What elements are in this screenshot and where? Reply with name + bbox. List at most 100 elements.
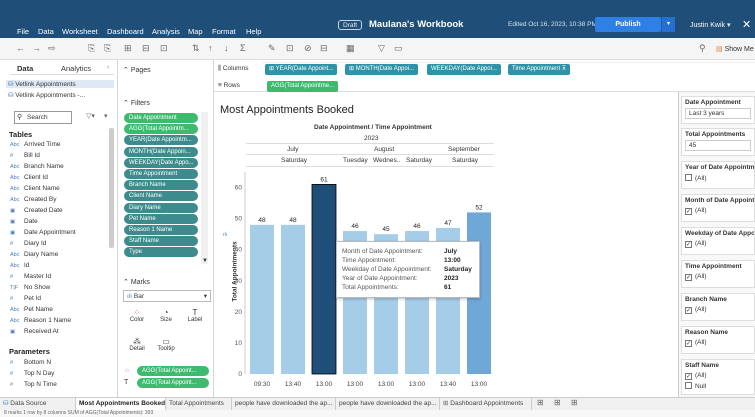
- tab-data[interactable]: Data: [17, 64, 33, 73]
- checkbox[interactable]: [685, 174, 692, 181]
- field-item[interactable]: Abc Branch Name: [10, 163, 64, 173]
- collapse-pane-icon[interactable]: ‹: [107, 64, 109, 71]
- tab-data-source[interactable]: ⛁ Data Source: [0, 398, 76, 410]
- column-pill-month[interactable]: ⊞ MONTH(Date Appoi...: [345, 64, 419, 75]
- tab-people-downloaded-1[interactable]: people have downloaded the ap...: [232, 398, 336, 410]
- filter-card-value[interactable]: ✓ (All): [682, 239, 754, 249]
- filter-pill[interactable]: YEAR(Date Appointm...: [124, 135, 198, 146]
- field-item[interactable]: Abc Pet Name: [10, 306, 53, 316]
- filter-card[interactable]: Date Appointment Last 3 years: [681, 96, 755, 124]
- filter-pill[interactable]: Staff Name: [124, 236, 198, 247]
- show-me-button[interactable]: ▤ Show Me: [716, 45, 754, 53]
- field-item[interactable]: Abc Created By: [10, 196, 57, 206]
- filter-card[interactable]: Reason Name ✓ (All): [681, 326, 755, 354]
- size-button[interactable]: ◔ Size: [155, 308, 177, 323]
- checkbox[interactable]: ✓: [685, 241, 692, 248]
- field-item[interactable]: Abc Client Id: [10, 174, 48, 184]
- filter-card-value[interactable]: (All): [682, 173, 754, 183]
- checkbox[interactable]: ✓: [685, 208, 692, 215]
- datasource-item-1[interactable]: ⛁ Vetlink Appointments: [6, 80, 114, 88]
- menu-dashboard[interactable]: Dashboard: [107, 27, 144, 36]
- new-sheet-icon[interactable]: ⊞: [124, 43, 132, 54]
- new-story-icon[interactable]: ⊞: [571, 398, 578, 407]
- swap-icon[interactable]: ⇅: [192, 43, 200, 54]
- presentation-icon[interactable]: ▭: [394, 43, 403, 54]
- field-item[interactable]: # Bill Id: [10, 152, 40, 162]
- tooltip-button[interactable]: ▭ Tooltip: [155, 337, 177, 352]
- field-item[interactable]: ▣ Date: [10, 218, 38, 228]
- menu-file[interactable]: File: [17, 27, 29, 36]
- field-item[interactable]: ▣ Date Appointment: [10, 229, 76, 239]
- field-item[interactable]: T|F No Show: [10, 284, 50, 294]
- publish-dropdown-icon[interactable]: ▾: [661, 17, 675, 32]
- field-item[interactable]: ▣ Received At: [10, 328, 59, 338]
- field-item[interactable]: Abc Client Name: [10, 185, 60, 195]
- filter-card[interactable]: Weekday of Date Appointm ✓(All): [681, 227, 755, 255]
- filter-pill[interactable]: Time Appointment: [124, 169, 198, 179]
- clear-sheet-icon[interactable]: ⊡: [160, 43, 168, 54]
- field-item[interactable]: # Diary Id: [10, 240, 46, 250]
- mark-pill-label[interactable]: AGG(Total Appoint...: [137, 378, 209, 388]
- column-pill-year[interactable]: ⊞ YEAR(Date Appoint...: [265, 64, 338, 75]
- scrollbar[interactable]: [109, 128, 114, 248]
- new-dashboard-icon[interactable]: ⊞: [554, 398, 561, 407]
- highlight-icon[interactable]: ✎: [268, 43, 276, 54]
- filter-pill[interactable]: WEEKDAY(Date Appo...: [124, 157, 198, 168]
- label-button[interactable]: T Label: [184, 308, 206, 323]
- bar[interactable]: [311, 184, 337, 375]
- field-item[interactable]: Abc Reason 1 Name: [10, 317, 71, 327]
- field-item[interactable]: ▣ Created Date: [10, 207, 63, 217]
- filter-pill[interactable]: Branch Name: [124, 180, 198, 191]
- color-button[interactable]: ⁘ Color: [126, 308, 148, 323]
- filter-card-value[interactable]: 45: [685, 140, 751, 151]
- column-pill-time[interactable]: Time Appointment ⊼: [508, 64, 571, 75]
- filter-pill[interactable]: Reason 1 Name: [124, 225, 198, 235]
- filter-card[interactable]: Total Appointments 45: [681, 128, 755, 156]
- field-item[interactable]: # Pet Id: [10, 295, 41, 305]
- tab-dashboard-appointments[interactable]: ⊞ Dashboard Appointments: [440, 398, 532, 410]
- column-pill-weekday[interactable]: WEEKDAY(Date Appoi...: [427, 64, 501, 75]
- menu-dropdown-icon[interactable]: ▾: [104, 112, 108, 120]
- search-input[interactable]: Search: [14, 111, 72, 124]
- new-datasource-icon[interactable]: ⎘: [104, 43, 111, 54]
- save-icon[interactable]: ⎘: [88, 43, 95, 54]
- filter-card-value[interactable]: ✓ (All): [682, 272, 754, 282]
- filter-icon[interactable]: ▽▾: [86, 112, 95, 120]
- filter-pill[interactable]: MONTH(Date Appoin...: [124, 146, 198, 157]
- label-icon[interactable]: ⊘: [304, 43, 312, 54]
- filter-card-value[interactable]: ✓ (All): [682, 206, 754, 216]
- scroll-down-icon[interactable]: ▼: [202, 258, 208, 264]
- group-icon[interactable]: ⊡: [286, 43, 294, 54]
- user-menu[interactable]: Justin Kwik ▾: [690, 21, 730, 29]
- menu-help[interactable]: Help: [246, 27, 261, 36]
- field-item[interactable]: # Master Id: [10, 273, 51, 283]
- detail-button[interactable]: ⁂ Detail: [126, 337, 148, 352]
- tab-analytics[interactable]: Analytics: [61, 64, 91, 73]
- menu-map[interactable]: Map: [188, 27, 203, 36]
- filter-pill[interactable]: Client Name: [124, 191, 198, 202]
- duplicate-sheet-icon[interactable]: ⊟: [142, 43, 150, 54]
- new-worksheet-icon[interactable]: ⊞: [537, 398, 544, 407]
- undo-icon[interactable]: ←: [16, 43, 25, 53]
- filter-pill[interactable]: Diary Name: [124, 202, 198, 213]
- pin-icon[interactable]: ⚲: [699, 43, 706, 54]
- checkbox[interactable]: [685, 382, 692, 389]
- field-item[interactable]: Abc Diary Name: [10, 251, 58, 261]
- field-item[interactable]: Abc Id: [10, 262, 29, 272]
- checkbox[interactable]: ✓: [685, 274, 692, 281]
- tab-most-appointments-booked[interactable]: Most Appointments Booked: [76, 398, 166, 410]
- menu-format[interactable]: Format: [212, 27, 236, 36]
- publish-button[interactable]: Publish: [595, 17, 661, 32]
- checkbox[interactable]: ✓: [685, 373, 692, 380]
- mark-type-select[interactable]: ılı Bar ▾: [123, 290, 211, 302]
- filter-card[interactable]: Branch Name ✓ (All): [681, 293, 755, 321]
- parameter-item[interactable]: # Top N Time: [10, 381, 57, 391]
- field-item[interactable]: Abc Arrived Time: [10, 141, 60, 151]
- filter-card[interactable]: Time Appointment ✓ (All): [681, 260, 755, 288]
- tab-people-downloaded-2[interactable]: people have downloaded the ap...: [336, 398, 440, 410]
- filter-pill[interactable]: Type: [124, 247, 198, 258]
- filter-pill[interactable]: Pet Name: [124, 213, 198, 224]
- datasource-item-2[interactable]: ⛁ Vetlink Appointments -...: [8, 91, 85, 99]
- menu-analysis[interactable]: Analysis: [152, 27, 180, 36]
- tab-total-appointments[interactable]: Total Appointments: [166, 398, 232, 410]
